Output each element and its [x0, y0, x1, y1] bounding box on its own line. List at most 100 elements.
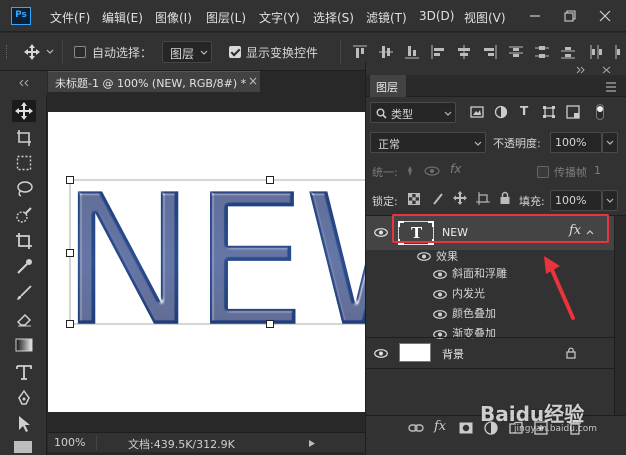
unify-visibility-icon[interactable] [424, 165, 440, 177]
filter-pixel-icon[interactable] [470, 106, 484, 118]
unify-position-icon[interactable] [403, 165, 417, 177]
collapse-toolbar-icon[interactable] [18, 79, 30, 87]
close-window-icon[interactable] [598, 9, 612, 23]
distribute-right-icon[interactable] [612, 44, 624, 60]
document-tab-close-icon[interactable]: × [248, 74, 258, 88]
chevron-down-icon [474, 141, 482, 146]
distribute-bottom-icon[interactable] [560, 44, 576, 60]
layer-filter-dropdown[interactable]: 类型 [370, 102, 456, 123]
layers-scrollbar[interactable] [614, 216, 626, 416]
lasso-tool[interactable] [12, 178, 36, 200]
move-tool[interactable] [12, 100, 36, 122]
lock-transparent-pixels-icon[interactable] [408, 193, 420, 205]
effect-visibility-eye-icon[interactable] [433, 290, 447, 299]
effect-inner-glow[interactable]: 内发光 [452, 285, 485, 301]
grip [6, 45, 7, 59]
menu-view[interactable]: 视图(V) [464, 9, 506, 26]
blend-mode-dropdown[interactable]: 正常 [370, 132, 486, 153]
gradient-tool[interactable] [12, 334, 36, 356]
align-bottom-icon[interactable] [404, 44, 420, 60]
effect-bevel-emboss[interactable]: 斜面和浮雕 [452, 265, 507, 281]
collapse-panel-icon[interactable] [576, 66, 588, 74]
rectangle-tool-icon[interactable] [14, 441, 32, 453]
search-icon [376, 108, 387, 119]
layer-visibility-eye-icon[interactable] [374, 349, 388, 358]
layer-locked-icon[interactable] [566, 347, 576, 359]
fill-dropdown-button[interactable] [602, 190, 618, 211]
align-horizontal-center-icon[interactable] [456, 44, 472, 60]
filter-shape-icon[interactable] [542, 105, 556, 119]
lock-all-icon[interactable] [499, 191, 511, 205]
menu-select[interactable]: 选择(S) [313, 9, 354, 26]
type-tool-icon [16, 365, 32, 380]
canvas[interactable]: NEW [48, 112, 366, 412]
menu-file[interactable]: 文件(F) [50, 9, 90, 26]
marquee-tool[interactable] [12, 152, 36, 174]
fill-input[interactable]: 100% [550, 190, 602, 211]
brush-tool[interactable] [12, 282, 36, 304]
filter-adjustment-icon[interactable] [494, 105, 508, 119]
opacity-dropdown-button[interactable] [602, 132, 618, 153]
lock-position-icon[interactable] [453, 191, 467, 205]
lock-artboard-icon[interactable] [476, 192, 490, 205]
minimize-icon[interactable] [528, 9, 542, 23]
layer-filter-value: 类型 [391, 108, 413, 121]
menu-edit[interactable]: 编辑(E) [102, 9, 143, 26]
show-transform-checkbox[interactable] [229, 46, 241, 58]
menu-image[interactable]: 图像(I) [155, 9, 192, 26]
effect-color-overlay[interactable]: 颜色叠加 [452, 305, 496, 321]
crop-tool[interactable] [12, 230, 36, 252]
quick-selection-tool[interactable] [12, 204, 36, 226]
menu-layer[interactable]: 图层(L) [206, 9, 246, 26]
add-layer-style-icon[interactable]: fx [434, 419, 446, 434]
artboard-tool[interactable] [12, 127, 36, 149]
align-top-icon[interactable] [352, 44, 368, 60]
eyedropper-tool[interactable] [12, 256, 36, 278]
zoom-level[interactable]: 100% [54, 436, 85, 449]
eraser-icon [16, 313, 32, 327]
move-tool-icon[interactable] [22, 43, 42, 61]
add-layer-mask-icon[interactable] [459, 422, 473, 434]
filter-toggle-switch[interactable] [596, 104, 604, 120]
link-layers-icon[interactable] [408, 423, 424, 433]
auto-select-checkbox[interactable] [74, 46, 86, 58]
layer-visibility-eye-icon[interactable] [374, 228, 388, 237]
document-tab[interactable]: 未标题-1 @ 100% (NEW, RGB/8#) * × [48, 71, 260, 92]
canvas-artwork: NEW [60, 155, 366, 367]
layers-tab[interactable]: 图层 [370, 75, 406, 97]
eraser-tool[interactable] [12, 308, 36, 330]
layers-tab-label: 图层 [376, 81, 398, 94]
panel-menu-icon[interactable] [600, 82, 616, 92]
filter-smart-object-icon[interactable] [566, 105, 580, 119]
close-panel-icon[interactable] [602, 66, 612, 74]
align-left-icon[interactable] [430, 44, 446, 60]
highlight-box-annotation [392, 214, 609, 243]
auto-select-dropdown[interactable]: 图层 [162, 41, 212, 63]
align-right-icon[interactable] [482, 44, 498, 60]
pen-tool[interactable] [12, 387, 36, 409]
unify-style-icon[interactable]: fx [450, 162, 461, 176]
menu-type[interactable]: 文字(Y) [259, 9, 300, 26]
distribute-center-icon[interactable] [534, 44, 550, 60]
effects-visibility-eye-icon[interactable] [417, 252, 431, 261]
opacity-input[interactable]: 100% [550, 132, 602, 153]
unify-label: 统一: [372, 166, 398, 179]
menu-3d[interactable]: 3D(D) [419, 9, 454, 23]
photoshop-logo-icon[interactable]: Ps [11, 7, 31, 25]
status-expand-icon[interactable] [308, 439, 316, 448]
restore-icon[interactable] [563, 9, 577, 23]
layer-name[interactable]: 背景 [442, 346, 464, 362]
chevron-down-icon[interactable] [46, 49, 54, 55]
propagate-frame-checkbox[interactable] [537, 166, 549, 178]
distribute-left-icon[interactable] [588, 44, 604, 60]
layer-row-background[interactable]: 背景 [366, 338, 614, 368]
effect-visibility-eye-icon[interactable] [433, 310, 447, 319]
lock-image-pixels-icon[interactable] [432, 192, 444, 206]
effect-visibility-eye-icon[interactable] [433, 270, 447, 279]
distribute-top-icon[interactable] [508, 44, 524, 60]
menu-filter[interactable]: 滤镜(T) [366, 9, 407, 26]
type-tool[interactable] [12, 361, 36, 383]
align-vertical-center-icon[interactable] [378, 44, 394, 60]
path-selection-tool[interactable] [12, 413, 36, 435]
filter-type-icon[interactable]: T [520, 104, 528, 118]
